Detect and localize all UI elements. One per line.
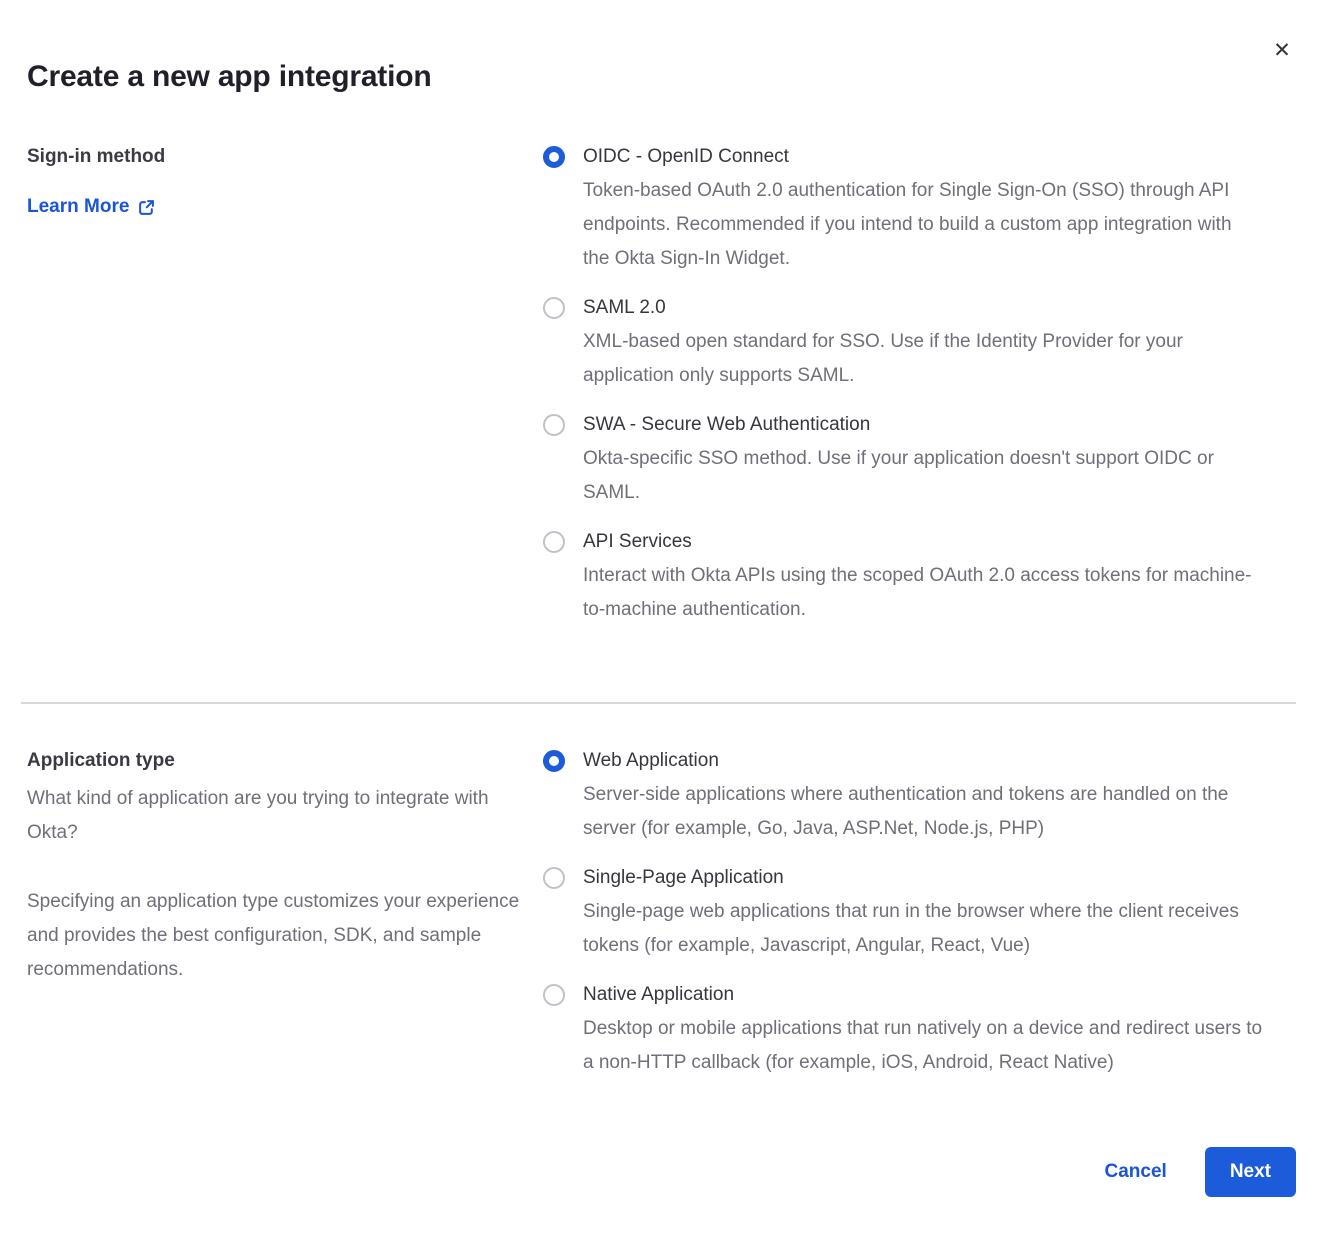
radio-button-saml[interactable] [543,297,565,319]
learn-more-link[interactable]: Learn More [27,190,155,224]
application-type-section: Application type What kind of applicatio… [27,744,1296,1095]
cancel-button[interactable]: Cancel [1105,1161,1167,1183]
radio-option-native-application[interactable]: Native Application Desktop or mobile app… [543,978,1263,1080]
next-button[interactable]: Next [1205,1147,1296,1197]
dialog-footer: Cancel Next [27,1147,1296,1197]
signin-method-heading: Sign-in method [27,140,523,174]
radio-button-web-application[interactable] [543,750,565,772]
radio-option-swa[interactable]: SWA - Secure Web Authentication Okta-spe… [543,408,1263,510]
application-type-description-1: What kind of application are you trying … [27,782,523,850]
radio-option-label: Single-Page Application [583,861,1263,895]
radio-option-label: SAML 2.0 [583,291,1263,325]
section-divider [21,702,1296,704]
radio-option-single-page-application[interactable]: Single-Page Application Single-page web … [543,861,1263,963]
radio-option-description: Interact with Okta APIs using the scoped… [583,559,1263,627]
create-app-integration-dialog: ✕ Create a new app integration Sign-in m… [0,0,1332,1241]
radio-button-swa[interactable] [543,414,565,436]
radio-option-label: API Services [583,525,1263,559]
radio-button-api-services[interactable] [543,531,565,553]
application-type-description-2: Specifying an application type customize… [27,885,523,987]
signin-method-options: OIDC - OpenID Connect Token-based OAuth … [543,140,1263,642]
signin-method-section: Sign-in method Learn More OIDC - OpenID … [27,140,1296,642]
page-title: Create a new app integration [27,60,1296,94]
radio-option-oidc[interactable]: OIDC - OpenID Connect Token-based OAuth … [543,140,1263,276]
radio-option-saml[interactable]: SAML 2.0 XML-based open standard for SSO… [543,291,1263,393]
external-link-icon [138,199,155,216]
radio-option-description: XML-based open standard for SSO. Use if … [583,325,1263,393]
application-type-heading: Application type [27,744,523,778]
radio-button-single-page-application[interactable] [543,867,565,889]
radio-option-label: Web Application [583,744,1263,778]
radio-option-web-application[interactable]: Web Application Server-side applications… [543,744,1263,846]
radio-option-label: OIDC - OpenID Connect [583,140,1263,174]
application-type-options: Web Application Server-side applications… [543,744,1263,1095]
learn-more-label: Learn More [27,190,129,224]
radio-option-description: Okta-specific SSO method. Use if your ap… [583,442,1263,510]
radio-option-description: Single-page web applications that run in… [583,895,1263,963]
radio-option-description: Token-based OAuth 2.0 authentication for… [583,174,1263,276]
close-icon[interactable]: ✕ [1268,36,1296,64]
radio-option-label: SWA - Secure Web Authentication [583,408,1263,442]
radio-option-api-services[interactable]: API Services Interact with Okta APIs usi… [543,525,1263,627]
radio-option-label: Native Application [583,978,1263,1012]
radio-button-oidc[interactable] [543,146,565,168]
radio-option-description: Desktop or mobile applications that run … [583,1012,1263,1080]
radio-button-native-application[interactable] [543,984,565,1006]
radio-option-description: Server-side applications where authentic… [583,778,1263,846]
